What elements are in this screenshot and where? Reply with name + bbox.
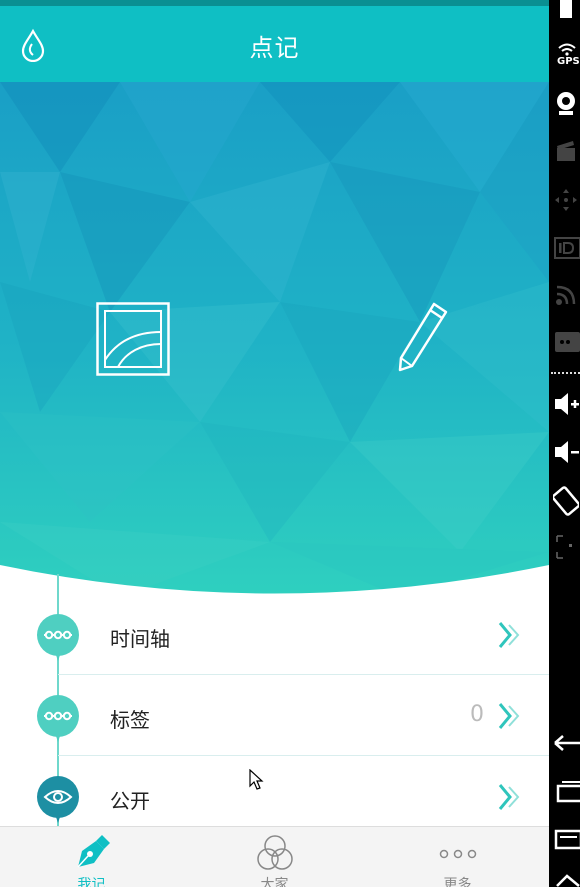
double-chevron-right-icon	[498, 703, 520, 729]
webcam-icon[interactable]	[555, 90, 577, 116]
clapperboard-icon[interactable]	[555, 140, 577, 162]
hero-banner	[0, 82, 549, 597]
tag-node-icon	[37, 695, 79, 742]
more-dots-icon	[439, 849, 476, 859]
page-title: 点记	[249, 34, 300, 62]
back-arrow-icon[interactable]	[553, 732, 580, 754]
bottom-tab-bar: 我记 大家 更多	[0, 826, 549, 887]
home-icon[interactable]	[553, 780, 580, 804]
list-item-label: 公开	[110, 789, 150, 813]
tag-count: 0	[470, 702, 484, 727]
wifi-icon	[558, 43, 576, 56]
tab-mine[interactable]: 我记	[0, 827, 183, 887]
list-item-timeline[interactable]: 时间轴	[0, 594, 549, 675]
eye-node-icon	[37, 776, 79, 823]
gps-label: GPS	[557, 56, 580, 67]
list-item-label: 标签	[110, 708, 150, 732]
scale-icon[interactable]	[555, 534, 579, 560]
rotate-screen-icon[interactable]	[553, 486, 579, 516]
list-item-tags[interactable]: 标签 0	[0, 675, 549, 756]
volume-up-icon[interactable]	[553, 390, 579, 418]
sidebar-divider	[551, 372, 580, 374]
pencil-icon[interactable]	[392, 300, 452, 380]
volume-down-icon[interactable]	[553, 438, 579, 466]
menu-up-icon[interactable]	[553, 870, 580, 887]
circles-icon	[256, 835, 293, 870]
polygon-background	[0, 82, 549, 597]
mouse-cursor-icon	[249, 769, 264, 790]
tab-label: 大家	[260, 877, 289, 887]
menu-list: 时间轴 标签 0 公开	[0, 574, 549, 834]
timeline-node-icon	[37, 614, 79, 661]
system-side-bar: GPS	[549, 0, 580, 887]
move-arrows-icon[interactable]	[554, 188, 578, 212]
list-item-label: 时间轴	[110, 627, 170, 651]
tab-label: 更多	[443, 877, 472, 887]
tab-label: 我记	[77, 877, 106, 887]
image-icon[interactable]	[96, 302, 170, 376]
fountain-pen-icon	[76, 835, 110, 868]
tab-more[interactable]: 更多	[366, 827, 549, 887]
app-screen: 点记 时间轴 标签 0 公开 我记 大家 更多	[0, 0, 549, 887]
rss-icon[interactable]	[555, 284, 577, 306]
tab-everyone[interactable]: 大家	[183, 827, 366, 887]
battery-icon	[560, 0, 572, 18]
double-chevron-right-icon	[498, 622, 520, 648]
list-item-public[interactable]: 公开	[0, 756, 549, 837]
recent-apps-icon[interactable]	[553, 828, 580, 852]
double-chevron-right-icon	[498, 784, 520, 810]
id-card-icon[interactable]	[554, 236, 580, 260]
app-header: 点记	[0, 6, 549, 82]
sms-icon[interactable]	[554, 330, 580, 356]
